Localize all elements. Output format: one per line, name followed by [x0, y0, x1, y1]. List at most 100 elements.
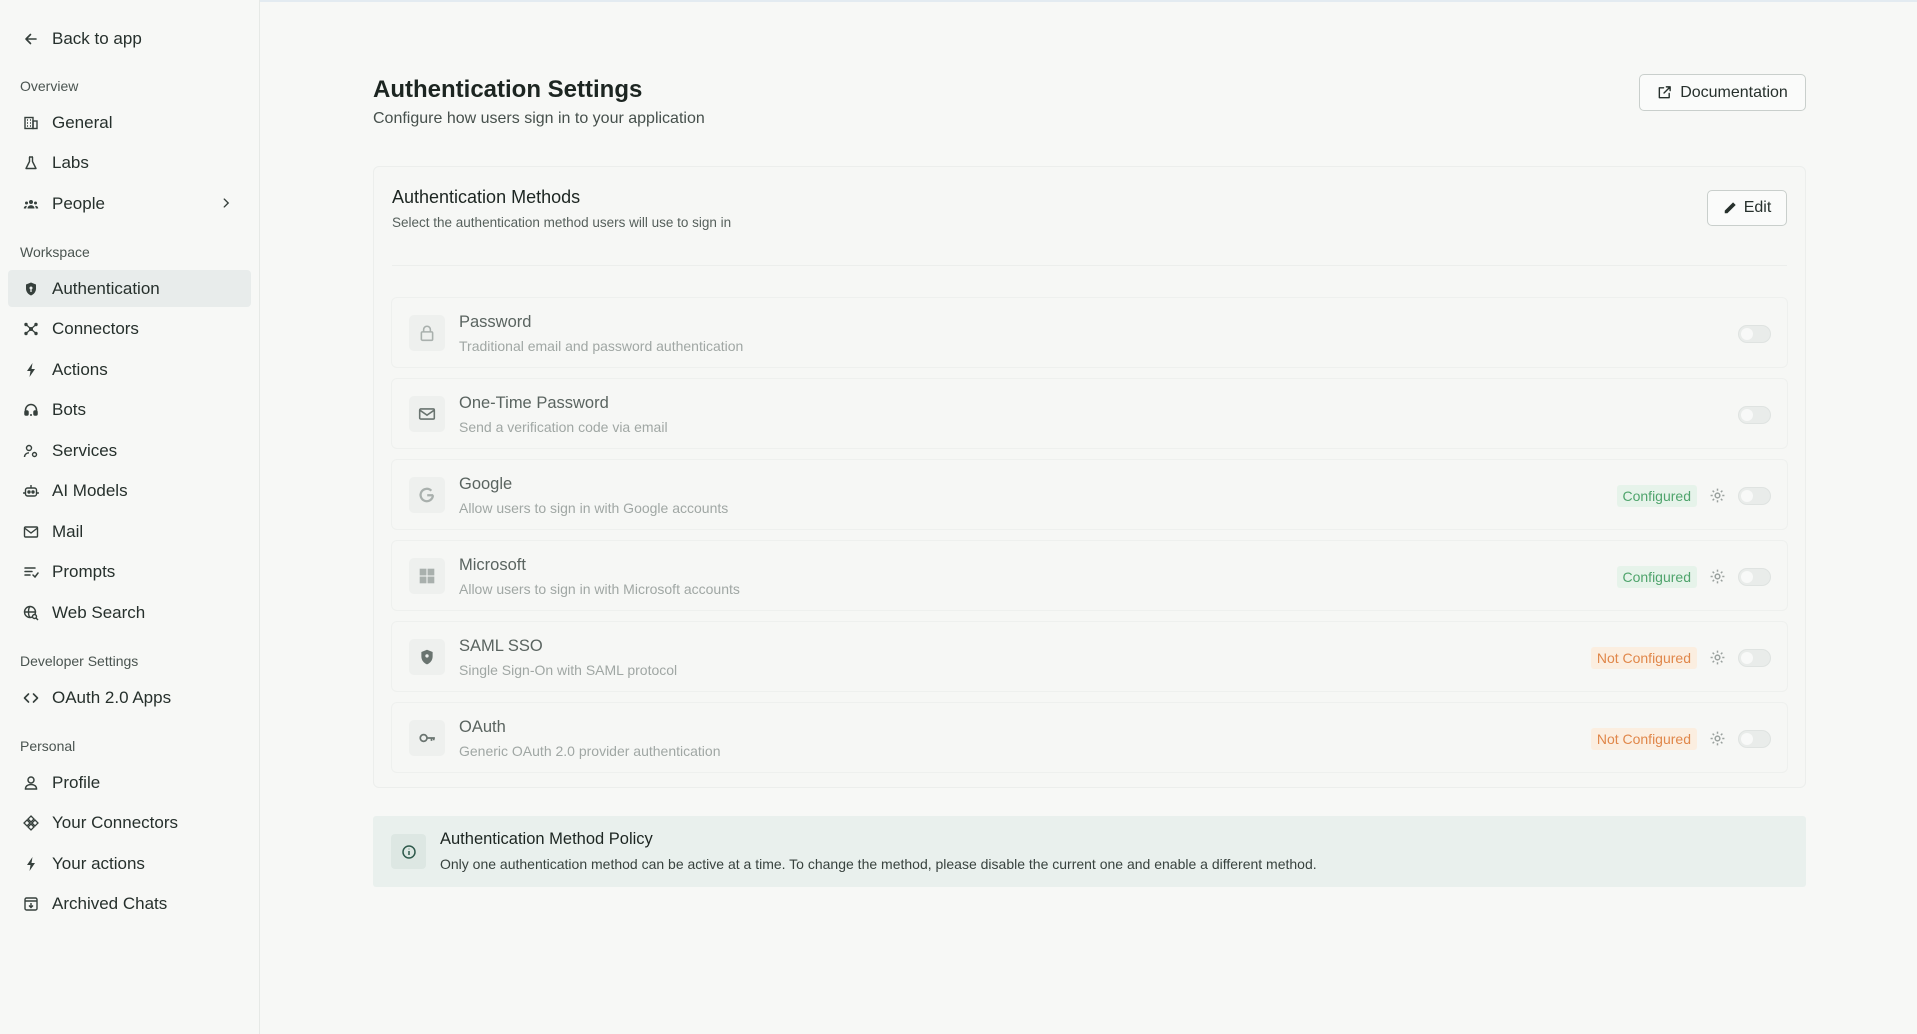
sidebar-item-general[interactable]: General: [8, 104, 251, 141]
robot-icon: [22, 482, 40, 500]
back-to-app-link[interactable]: Back to app: [22, 22, 259, 56]
lock-icon: [409, 315, 445, 351]
method-name: Password: [459, 313, 532, 331]
sidebar-item-label: AI Models: [52, 481, 128, 500]
page-subtitle: Configure how users sign in to your appl…: [373, 110, 705, 127]
sidebar-item-label: Web Search: [52, 602, 146, 622]
gear-icon[interactable]: [1709, 730, 1726, 747]
headset-icon: [22, 401, 40, 419]
diamond-grid-icon: [22, 814, 40, 832]
sidebar-item-label: Connectors: [52, 319, 139, 338]
mail-icon: [22, 523, 40, 541]
status-badge: Not Configured: [1590, 727, 1697, 750]
gear-icon[interactable]: [1709, 649, 1726, 666]
sidebar-item-label: Actions: [52, 359, 108, 379]
method-row-password: Password Traditional email and password …: [391, 297, 1788, 368]
user-cog-icon: [22, 442, 40, 460]
external-link-icon: [1658, 86, 1672, 99]
mail-icon: [409, 396, 445, 432]
sidebar-item-label: Prompts: [52, 562, 116, 581]
section-label-workspace: Workspace: [20, 244, 90, 260]
bolt-icon: [22, 855, 40, 873]
card-title: Authentication Methods: [392, 187, 581, 207]
prompt-lines-icon: [22, 563, 40, 581]
sidebar-item-prompts[interactable]: Prompts: [8, 554, 251, 591]
sidebar-item-label: Labs: [52, 153, 89, 172]
policy-notice: Authentication Method Policy Only one au…: [373, 816, 1806, 887]
sidebar-item-your-connectors[interactable]: Your Connectors: [8, 805, 251, 842]
method-list: Password Traditional email and password …: [391, 297, 1788, 783]
page-header: Authentication Settings Configure how us…: [373, 74, 1806, 128]
users-icon: [22, 195, 40, 213]
authentication-methods-card: Authentication Methods Select the authen…: [373, 166, 1806, 788]
network-icon: [22, 320, 40, 338]
saml-toggle[interactable]: [1738, 648, 1771, 667]
building-icon: [22, 114, 40, 132]
status-badge: Configured: [1616, 565, 1697, 588]
sidebar-item-label: Mail: [52, 521, 84, 541]
code-icon: [22, 689, 40, 707]
google-toggle[interactable]: [1738, 486, 1771, 505]
sidebar-item-label: Authentication: [52, 278, 160, 298]
sidebar-item-people[interactable]: People: [8, 185, 251, 222]
otp-toggle[interactable]: [1738, 405, 1771, 424]
shield-icon: [22, 280, 40, 298]
sidebar-item-authentication[interactable]: Authentication: [8, 270, 251, 307]
method-description: Generic OAuth 2.0 provider authenticatio…: [459, 743, 721, 759]
sidebar-item-label: People: [52, 193, 105, 213]
sidebar-item-label: Archived Chats: [52, 894, 168, 913]
sidebar-item-bots[interactable]: Bots: [8, 392, 251, 429]
method-name: One-Time Password: [459, 394, 609, 412]
method-name: OAuth: [459, 718, 506, 736]
sidebar-item-connectors[interactable]: Connectors: [8, 311, 251, 348]
google-icon: [409, 477, 445, 513]
sidebar-item-archived-chats[interactable]: Archived Chats: [8, 886, 251, 923]
sidebar-item-oauth-apps[interactable]: OAuth 2.0 Apps: [8, 679, 251, 716]
policy-title: Authentication Method Policy: [440, 830, 653, 848]
pencil-icon: [1724, 202, 1736, 214]
method-name: Microsoft: [459, 556, 526, 574]
sidebar-item-labs[interactable]: Labs: [8, 145, 251, 182]
shield-icon: [409, 639, 445, 675]
globe-search-icon: [22, 604, 40, 622]
oauth-toggle[interactable]: [1738, 729, 1771, 748]
method-row-oauth: OAuth Generic OAuth 2.0 provider authent…: [391, 702, 1788, 773]
sidebar-item-label: Your Connectors: [52, 813, 179, 832]
gear-icon[interactable]: [1709, 568, 1726, 585]
section-label-developer: Developer Settings: [20, 653, 139, 669]
sidebar-item-web-search[interactable]: Web Search: [8, 594, 251, 631]
sidebar-item-mail[interactable]: Mail: [8, 513, 251, 550]
sidebar-item-ai-models[interactable]: AI Models: [8, 473, 251, 510]
edit-button[interactable]: Edit: [1707, 190, 1787, 226]
microsoft-icon: [409, 558, 445, 594]
documentation-button[interactable]: Documentation: [1639, 74, 1806, 111]
microsoft-toggle[interactable]: [1738, 567, 1771, 586]
sidebar-item-profile[interactable]: Profile: [8, 764, 251, 801]
sidebar-item-label: OAuth 2.0 Apps: [52, 687, 172, 707]
edit-label: Edit: [1743, 199, 1772, 216]
back-to-app-label: Back to app: [52, 29, 142, 48]
page-title: Authentication Settings: [373, 76, 643, 103]
sidebar-item-services[interactable]: Services: [8, 432, 251, 469]
password-toggle[interactable]: [1738, 324, 1771, 343]
archive-icon: [22, 895, 40, 913]
section-label-overview: Overview: [20, 78, 79, 94]
status-badge: Not Configured: [1590, 646, 1697, 669]
arrow-left-icon: [22, 30, 40, 48]
method-description: Allow users to sign in with Microsoft ac…: [459, 581, 740, 597]
chevron-right-icon: [223, 198, 230, 208]
user-icon: [22, 774, 40, 792]
method-description: Allow users to sign in with Google accou…: [459, 500, 729, 516]
method-row-one-time-password: One-Time Password Send a verification co…: [391, 378, 1788, 449]
info-icon: [391, 834, 426, 869]
card-subtitle: Select the authentication method users w…: [392, 215, 732, 230]
method-description: Single Sign-On with SAML protocol: [459, 662, 678, 678]
section-label-personal: Personal: [20, 738, 76, 754]
sidebar-item-label: Services: [52, 440, 118, 460]
sidebar-item-actions[interactable]: Actions: [8, 351, 251, 388]
policy-text: Only one authentication method can be ac…: [440, 856, 1317, 872]
sidebar-item-label: Bots: [52, 400, 87, 419]
sidebar-item-your-actions[interactable]: Your actions: [8, 845, 251, 882]
method-name: Google: [459, 475, 513, 493]
gear-icon[interactable]: [1709, 487, 1726, 504]
